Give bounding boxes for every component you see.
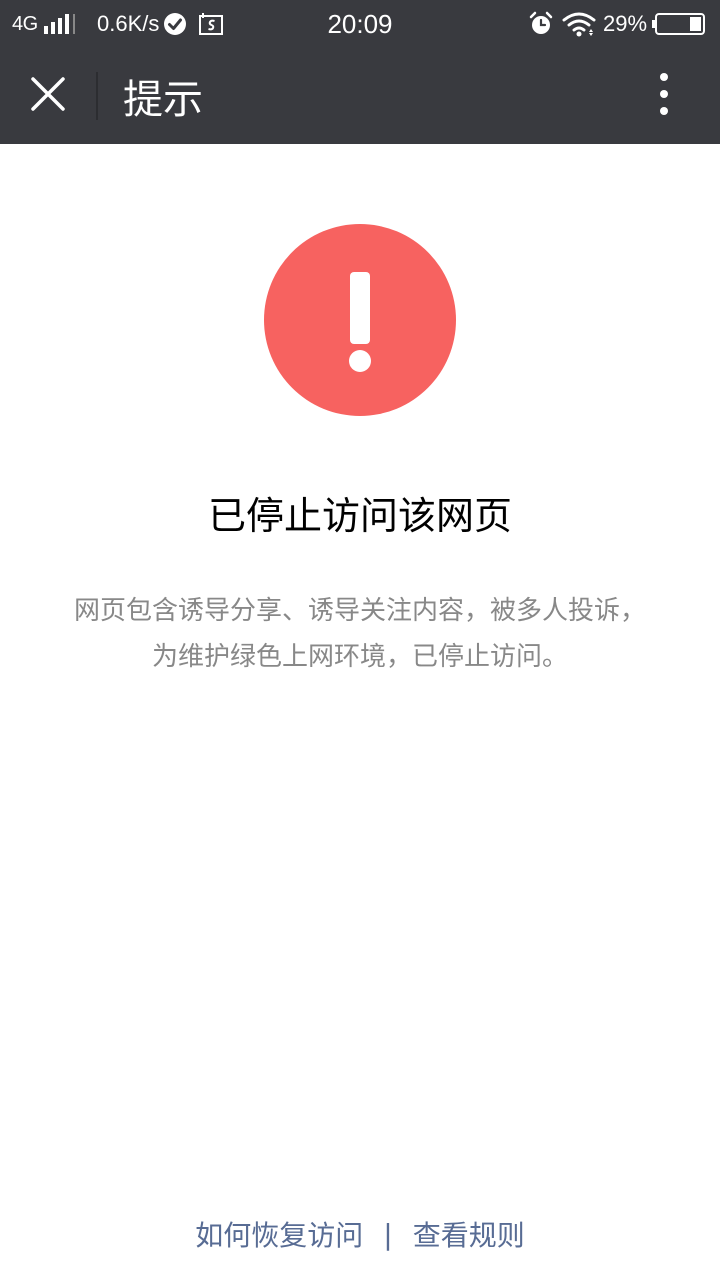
battery-icon	[652, 0, 706, 48]
message-description: 网页包含诱导分享、诱导关注内容，被多人投诉， 为维护绿色上网环境，已停止访问。	[40, 588, 680, 680]
warning-icon	[264, 224, 456, 416]
network-speed: 0.6K/s	[97, 11, 160, 36]
view-rules-link[interactable]: 查看规则	[413, 1214, 525, 1254]
footer-separator: |	[383, 1217, 393, 1251]
alarm-icon	[528, 0, 554, 48]
message-description-line1: 网页包含诱导分享、诱导关注内容，被多人投诉，	[73, 596, 646, 626]
title-divider	[96, 72, 98, 120]
more-vertical-icon	[658, 72, 670, 120]
close-icon	[30, 76, 66, 116]
close-button[interactable]	[16, 64, 80, 128]
message-title: 已停止访问该网页	[207, 494, 512, 538]
signal-icon	[44, 0, 76, 48]
wifi-icon	[562, 0, 596, 48]
title-bar: 提示	[0, 48, 720, 144]
network-type: 4G	[12, 12, 38, 35]
page-title: 提示	[123, 77, 203, 123]
check-circle-icon	[163, 0, 187, 48]
screenshot-icon	[198, 0, 224, 48]
footer-links: 如何恢复访问 | 查看规则	[0, 1210, 720, 1258]
warning-exclamation-bar	[350, 272, 370, 344]
status-bar: 4G 0.6K/s 20:09 29%	[0, 0, 720, 48]
more-button[interactable]	[640, 64, 688, 128]
message-description-line2: 为维护绿色上网环境，已停止访问。	[151, 642, 568, 672]
battery-percent: 29%	[603, 11, 648, 36]
recover-access-link[interactable]: 如何恢复访问	[195, 1214, 363, 1254]
warning-exclamation-dot	[349, 350, 371, 372]
screen: 4G 0.6K/s 20:09 29% 提示 已停止访问该网页 网页包含诱导分享…	[0, 0, 720, 1280]
